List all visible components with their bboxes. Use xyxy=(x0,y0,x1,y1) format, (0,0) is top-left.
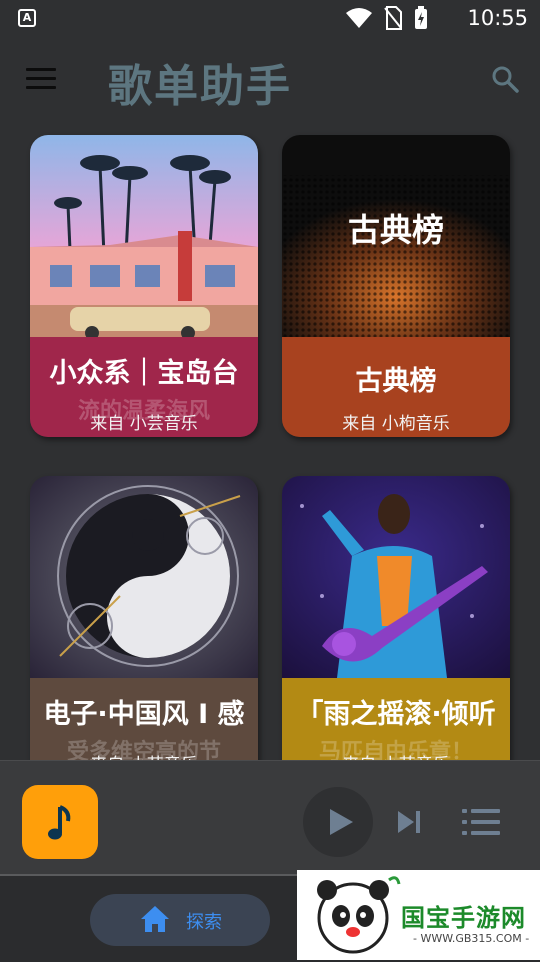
menu-button[interactable] xyxy=(26,68,56,90)
playlist-card-footer: 小众系｜宝岛台 流的温柔海风 来自 小芸音乐 xyxy=(30,337,258,437)
search-icon[interactable] xyxy=(490,64,520,94)
playlist-cover-image xyxy=(282,476,510,678)
play-icon xyxy=(330,809,353,835)
playlist-title: 小众系｜宝岛台 xyxy=(49,358,239,389)
app-bar: 歌单助手 xyxy=(0,40,540,120)
playlist-title: 电子·中国风 I 感 xyxy=(43,699,245,730)
wifi-icon xyxy=(346,8,372,28)
watermark: 国宝手游网 - WWW.GB315.COM - xyxy=(297,870,540,960)
nav-explore-button[interactable]: 探索 xyxy=(90,894,270,946)
nav-explore-label: 探索 xyxy=(186,912,222,933)
now-playing-artwork[interactable] xyxy=(22,785,98,859)
watermark-brand: 国宝手游网 xyxy=(401,904,526,932)
app-notification-icon: A xyxy=(18,9,36,27)
home-icon xyxy=(141,906,169,932)
playlist-source: 来自 小芸音乐 xyxy=(90,414,198,434)
watermark-url: - WWW.GB315.COM - xyxy=(413,932,530,945)
skip-next-icon[interactable] xyxy=(396,809,422,835)
playlist-cover-label: 古典榜 xyxy=(347,211,444,249)
playlist-title: 「雨之摇滚·倾听 xyxy=(296,699,496,730)
playlist-source: 来自 小枸音乐 xyxy=(342,414,450,434)
playlist-card[interactable]: 电子·中国风 I 感 受多维空高的节 来自 小芸音乐 xyxy=(30,476,258,778)
playlist-title: 古典榜 xyxy=(355,366,437,397)
music-note-icon xyxy=(48,805,71,840)
playlist-card[interactable]: 小众系｜宝岛台 流的温柔海风 来自 小芸音乐 xyxy=(30,135,258,437)
battery-charging-icon xyxy=(415,6,427,29)
play-button[interactable] xyxy=(303,787,373,857)
mini-player xyxy=(0,760,540,875)
playlist-card[interactable]: 古典榜 古典榜 来自 小枸音乐 xyxy=(282,135,510,437)
playlist-cover-image xyxy=(30,476,258,678)
panda-logo-icon xyxy=(317,876,401,954)
playlist-cover-image xyxy=(30,135,258,337)
page-title: 歌单助手 xyxy=(108,61,292,112)
playlist-card-footer: 古典榜 来自 小枸音乐 xyxy=(282,337,510,437)
playlist-card[interactable]: 「雨之摇滚·倾听 马匹自由乐章！ 来自 小芸音乐 xyxy=(282,476,510,778)
menu-icon xyxy=(26,68,56,71)
no-sim-icon xyxy=(384,6,402,30)
playlist-queue-icon[interactable] xyxy=(462,807,500,837)
status-time: 10:55 xyxy=(467,6,528,30)
status-bar: A 10:55 xyxy=(0,0,540,38)
